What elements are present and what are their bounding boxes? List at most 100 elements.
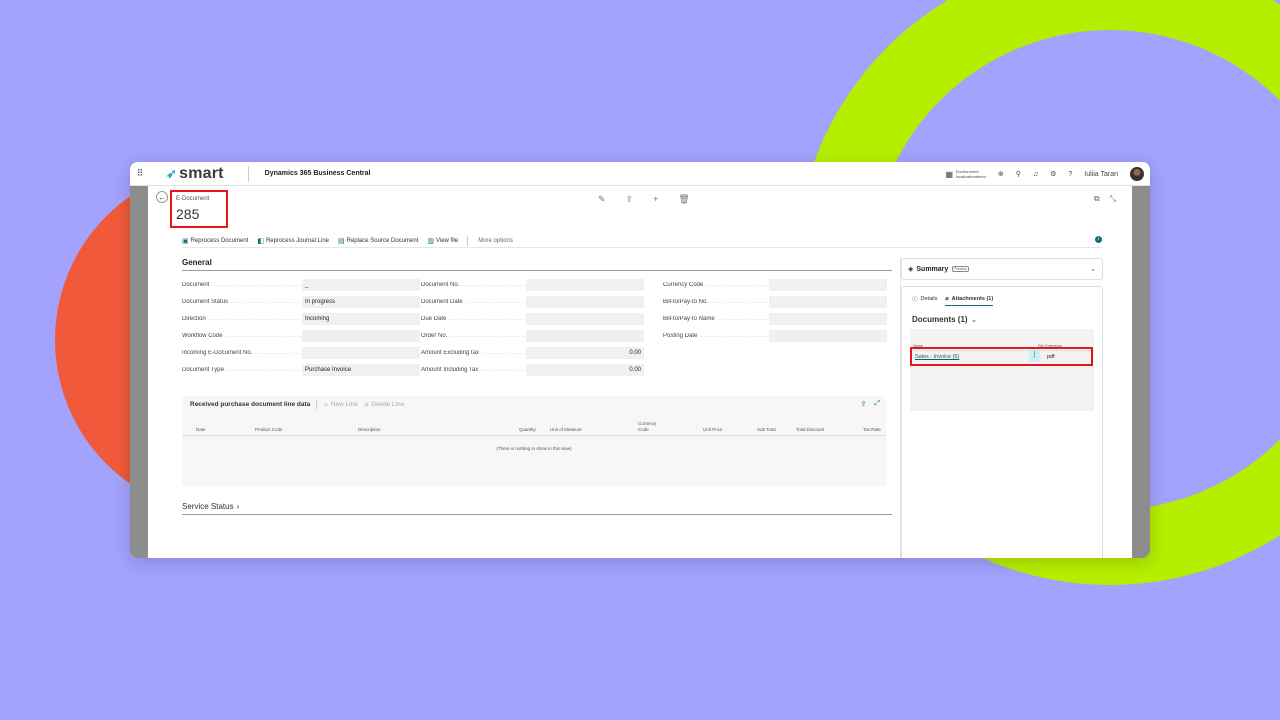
page-actions: ✎ ⇪ + 🗑 <box>598 194 690 205</box>
field-value[interactable] <box>769 313 887 325</box>
field-value[interactable] <box>769 279 887 291</box>
field-amount-excluding-tax: Amount Excluding tax0.00 <box>421 347 644 359</box>
bell-icon[interactable]: ♫ <box>1033 171 1038 178</box>
field-value[interactable]: _ <box>302 279 420 291</box>
field-order-no: Order No. <box>421 330 644 342</box>
document-page: ← E-Document 285 ✎ ⇪ + 🗑 ⧉ ⤡ ▣ Reprocess … <box>148 186 1132 558</box>
field-value[interactable] <box>769 296 887 308</box>
general-section-title[interactable]: General <box>182 258 212 267</box>
lines-toolbar: Received purchase document line data ✧ Ne… <box>190 400 404 409</box>
reprocess-document-button[interactable]: ▣ Reprocess Document <box>182 237 248 245</box>
left-margin <box>130 186 148 558</box>
divider <box>182 514 892 515</box>
waffle-icon[interactable]: ⠿ <box>130 162 150 186</box>
field-value[interactable]: Incoming <box>302 313 420 325</box>
add-icon[interactable]: + <box>653 194 658 205</box>
field-value[interactable] <box>526 279 644 291</box>
paperclip-icon: ⌀ <box>945 295 949 302</box>
attachments-card: ⓘ Details ⌀ Attachments (1) Documents (1) ⌄… <box>901 286 1103 558</box>
column-header[interactable]: Quantity <box>519 427 536 432</box>
building-icon: ▦ <box>945 169 954 179</box>
column-header[interactable]: Total Discount <box>796 427 824 432</box>
replace-icon: ▤ <box>338 237 345 245</box>
delete-line-button[interactable]: ✕ Delete Line <box>364 401 404 409</box>
journal-icon: ◧ <box>257 237 264 245</box>
field-value[interactable] <box>302 347 420 359</box>
app-title: Dynamics 365 Business Central <box>264 170 371 177</box>
help-icon[interactable]: ? <box>1068 171 1072 178</box>
column-header[interactable]: Currency <box>638 421 656 426</box>
view-file-icon: ▥ <box>427 237 434 245</box>
column-header[interactable]: Product Code <box>255 427 283 432</box>
bird-icon: ➶ <box>166 165 178 181</box>
search-icon[interactable]: ⚲ <box>1016 170 1021 178</box>
new-line-button[interactable]: ✧ New Line <box>323 401 358 409</box>
field-value[interactable] <box>526 313 644 325</box>
more-options-button[interactable]: More options <box>478 238 513 244</box>
row-menu-button[interactable]: ⋮ <box>1029 349 1040 362</box>
divider <box>247 165 249 182</box>
view-file-button[interactable]: ▥ View file <box>427 237 458 245</box>
field-posting-date: Posting Date <box>663 330 887 342</box>
column-header[interactable]: Code <box>638 427 649 432</box>
tab-details[interactable]: ⓘ Details <box>912 295 937 306</box>
column-header[interactable]: Unit of Measure <box>550 427 582 432</box>
top-bar: ⠿ ➶ smart Dynamics 365 Business Central ▦… <box>130 162 1150 186</box>
replace-source-document-button[interactable]: ▤ Replace Source Document <box>338 237 418 245</box>
field-value[interactable] <box>769 330 887 342</box>
field-value[interactable]: 0.00 <box>526 364 644 376</box>
collapse-icon[interactable]: ⤡ <box>1110 194 1116 204</box>
environment-indicator[interactable]: ▦ Environment: localizationdemo <box>945 169 985 179</box>
field-value[interactable] <box>526 330 644 342</box>
reprocess-icon: ▣ <box>182 237 189 245</box>
app-window: ⠿ ➶ smart Dynamics 365 Business Central ▦… <box>130 162 1150 558</box>
column-header[interactable]: Date <box>196 427 206 432</box>
field-value[interactable]: Purchase Invoice <box>302 364 420 376</box>
delete-icon[interactable]: 🗑 <box>678 194 689 205</box>
summary-card[interactable]: ◈ Summary Preview ⌄ <box>901 258 1103 280</box>
field-value[interactable] <box>526 296 644 308</box>
column-header[interactable]: Description <box>358 427 381 432</box>
document-link[interactable]: Sales - Invoice (5) <box>915 354 959 360</box>
field-document-status: Document StatusIn progress <box>182 296 420 308</box>
gear-icon[interactable]: ⚙ <box>1050 170 1056 178</box>
field-due-date: Due Date <box>421 313 644 325</box>
tab-attachments[interactable]: ⌀ Attachments (1) <box>945 295 994 306</box>
field-bill-to-pay-to-no: Bill-to/Pay-to No. <box>663 296 887 308</box>
share-icon[interactable]: ⇪ <box>861 400 867 408</box>
back-arrow-icon[interactable]: ← <box>156 191 168 203</box>
field-document: Document_ <box>182 279 420 291</box>
chevron-down-icon[interactable]: ⌄ <box>1090 265 1096 273</box>
field-value[interactable]: 0.00 <box>526 347 644 359</box>
preview-badge: Preview <box>952 266 969 272</box>
service-status-section[interactable]: Service Status › <box>182 502 239 511</box>
field-bill-to-pay-to-name: Bill-to/Pay-to Name <box>663 313 887 325</box>
copilot-icon[interactable]: ⊕ <box>998 170 1004 178</box>
avatar[interactable] <box>1130 167 1144 181</box>
reprocess-journal-line-button[interactable]: ◧ Reprocess Journal Line <box>257 237 329 245</box>
info-icon[interactable]: i <box>1095 236 1102 243</box>
user-name[interactable]: Iuliia Taran <box>1084 171 1118 178</box>
empty-state-text: (There is nothing to show in this view) <box>496 446 572 451</box>
edit-icon[interactable]: ✎ <box>598 194 606 205</box>
field-document-date: Document Date <box>421 296 644 308</box>
window-controls: ⧉ ⤡ <box>1094 194 1116 204</box>
column-header[interactable]: Sub Total <box>757 427 776 432</box>
divider <box>182 270 892 271</box>
column-header[interactable]: Unit Price <box>703 427 723 432</box>
field-document-type: Document TypePurchase Invoice <box>182 364 420 376</box>
share-icon[interactable]: ⇪ <box>626 194 634 205</box>
lines-title: Received purchase document line data <box>190 401 311 408</box>
lines-icons: ⇪ ⤢ <box>861 400 880 408</box>
column-header[interactable]: Tax Rate <box>863 427 881 432</box>
field-value[interactable]: In progress <box>302 296 420 308</box>
field-value[interactable] <box>302 330 420 342</box>
open-new-window-icon[interactable]: ⧉ <box>1094 194 1100 204</box>
documents-heading[interactable]: Documents (1) ⌄ <box>912 315 977 324</box>
info-icon: ⓘ <box>912 297 918 303</box>
summary-icon: ◈ <box>908 266 914 273</box>
expand-icon[interactable]: ⤢ <box>874 400 880 408</box>
field-direction: DirectionIncoming <box>182 313 420 325</box>
divider <box>316 400 318 409</box>
chevron-right-icon: › <box>236 502 240 511</box>
